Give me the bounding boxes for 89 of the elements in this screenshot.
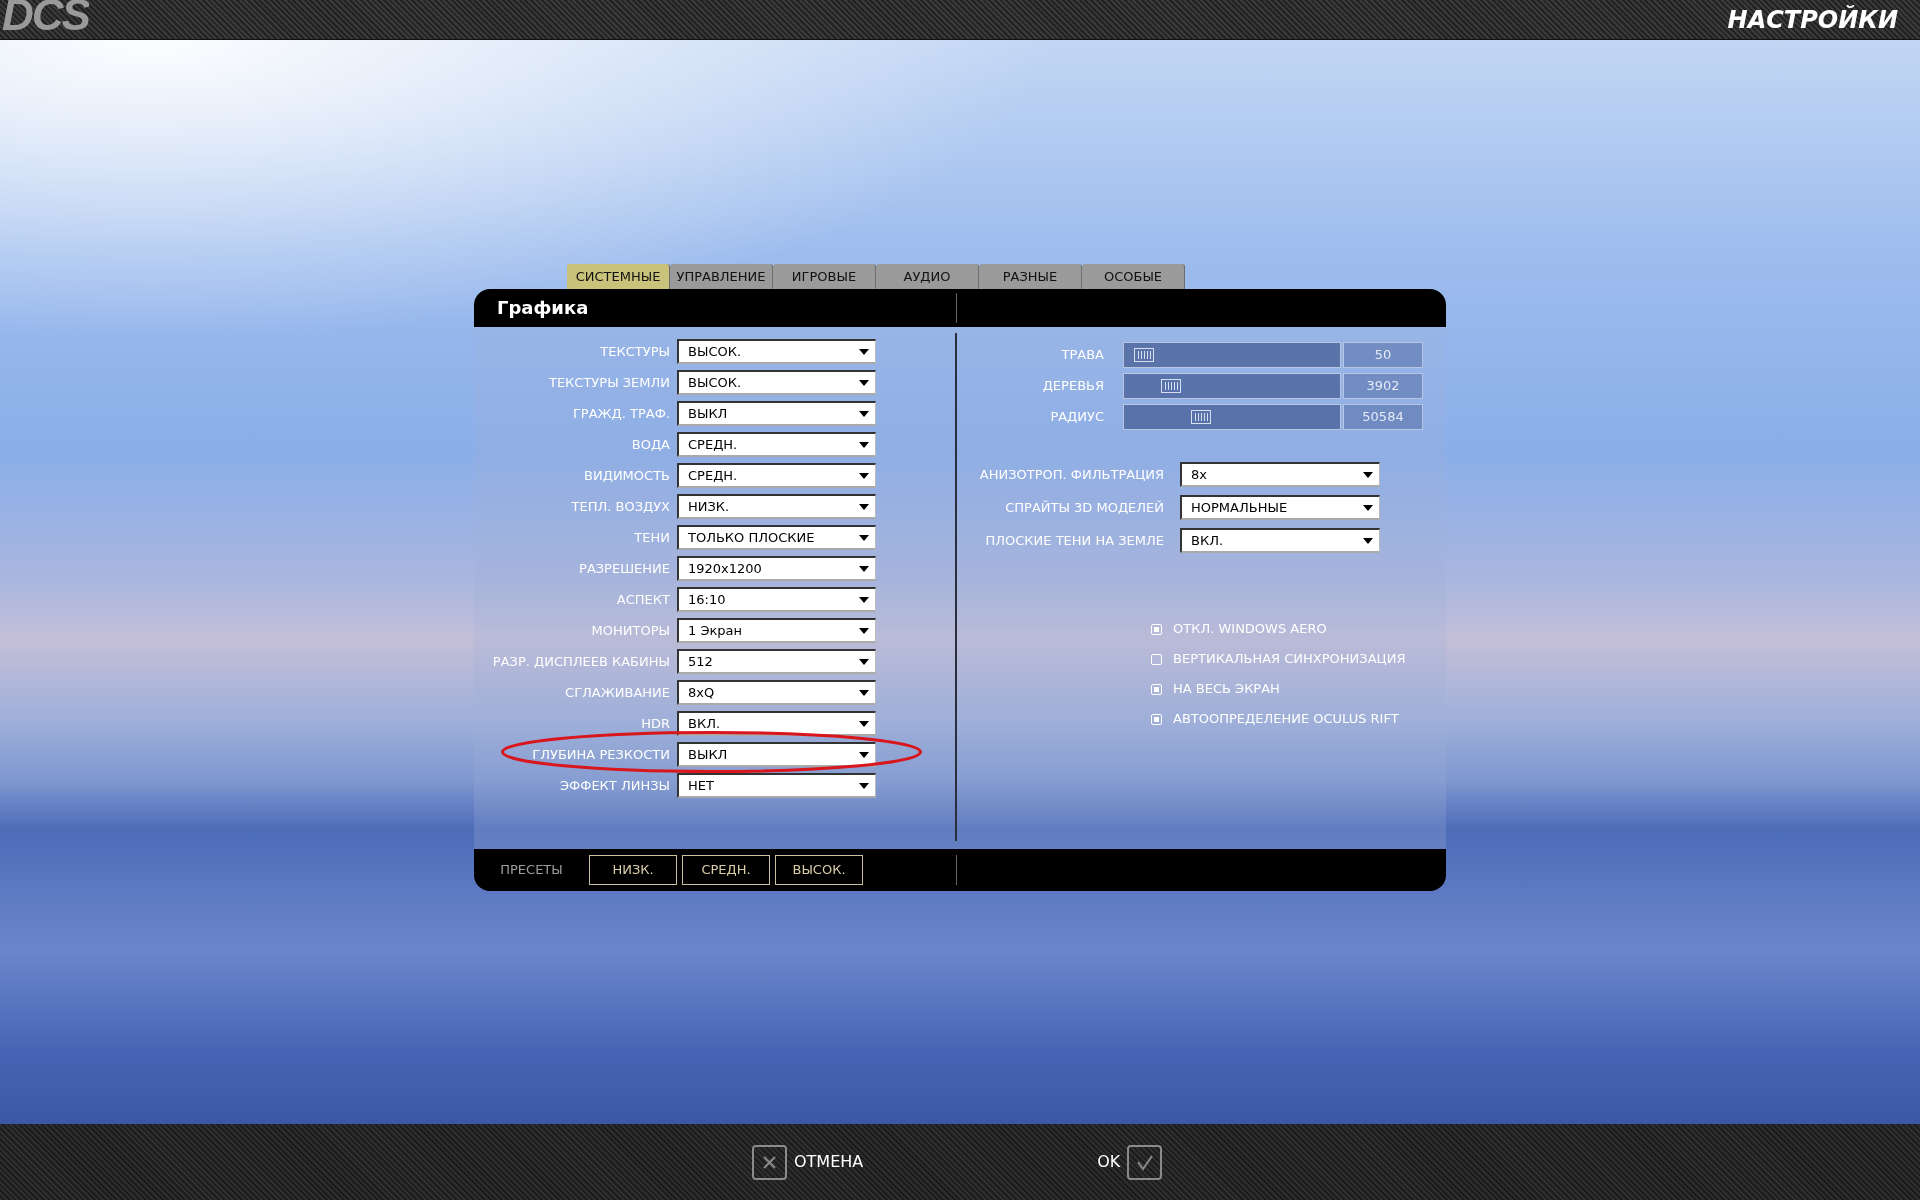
caret-icon bbox=[859, 782, 869, 789]
checkbox[interactable] bbox=[1151, 623, 1162, 635]
caret-icon bbox=[859, 441, 869, 448]
caret-icon bbox=[859, 472, 869, 479]
slider-label: ТРАВА bbox=[1060, 345, 1104, 364]
tab[interactable]: РАЗНЫЕ bbox=[979, 264, 1082, 289]
checkbox-label: ВЕРТИКАЛЬНАЯ СИНХРОНИЗАЦИЯ bbox=[1173, 650, 1406, 669]
preset-button[interactable]: НИЗК. bbox=[589, 855, 677, 885]
setting-label: СГЛАЖИВАНИЕ bbox=[564, 683, 670, 702]
dropdown[interactable]: СРЕДН. bbox=[677, 432, 876, 457]
setting-label: РАЗРЕШЕНИЕ bbox=[578, 559, 670, 578]
checkbox-label: АВТООПРЕДЕЛЕНИЕ OCULUS RIFT bbox=[1173, 710, 1399, 729]
dropdown[interactable]: НОРМАЛЬНЫЕ bbox=[1180, 495, 1380, 520]
caret-icon bbox=[859, 503, 869, 510]
caret-icon bbox=[859, 720, 869, 727]
tab[interactable]: ОСОБЫЕ bbox=[1082, 264, 1185, 289]
caret-icon bbox=[859, 627, 869, 634]
checkbox[interactable] bbox=[1151, 683, 1162, 695]
checkmark-icon bbox=[1127, 1144, 1163, 1180]
slider-value: 50 bbox=[1343, 341, 1423, 368]
setting-label: HDR bbox=[640, 714, 670, 733]
preset-button[interactable]: ВЫСОК. bbox=[775, 855, 863, 885]
dropdown[interactable]: ВКЛ. bbox=[1180, 528, 1380, 553]
setting-label: РАЗР. ДИСПЛЕЕВ КАБИНЫ bbox=[491, 652, 670, 671]
caret-icon bbox=[1363, 471, 1373, 478]
setting-label: ВИДИМОСТЬ bbox=[583, 466, 670, 485]
panel-title: Графика bbox=[474, 293, 957, 323]
dropdown[interactable]: ВЫСОК. bbox=[677, 370, 876, 395]
setting-label: АНИЗОТРОП. ФИЛЬТРАЦИЯ bbox=[978, 465, 1164, 484]
tab[interactable]: УПРАВЛЕНИЕ bbox=[670, 264, 773, 289]
dropdown[interactable]: ВЫСОК. bbox=[677, 339, 876, 364]
caret-icon bbox=[1363, 537, 1373, 544]
dropdown[interactable]: 8x bbox=[1180, 462, 1380, 487]
slider-thumb[interactable] bbox=[1161, 378, 1182, 393]
caret-icon bbox=[1363, 504, 1373, 511]
tab[interactable]: СИСТЕМНЫЕ bbox=[567, 264, 670, 289]
caret-icon bbox=[859, 410, 869, 417]
setting-label: ГРАЖД. ТРАФ. bbox=[571, 404, 670, 423]
ok-button[interactable]: OK bbox=[1097, 1144, 1163, 1180]
dropdown[interactable]: 512 bbox=[677, 649, 876, 674]
slider[interactable] bbox=[1123, 341, 1341, 368]
slider-thumb[interactable] bbox=[1133, 347, 1154, 362]
dropdown[interactable]: ВЫКЛ bbox=[677, 401, 876, 426]
setting-label: МОНИТОРЫ bbox=[590, 621, 670, 640]
caret-icon bbox=[859, 596, 869, 603]
dropdown[interactable]: ВЫКЛ bbox=[677, 742, 876, 767]
setting-label: ПЛОСКИЕ ТЕНИ НА ЗЕМЛЕ bbox=[984, 531, 1164, 550]
checkbox[interactable] bbox=[1151, 653, 1162, 665]
caret-icon bbox=[859, 348, 869, 355]
setting-label: ГЛУБИНА РЕЗКОСТИ bbox=[531, 745, 670, 764]
caret-icon bbox=[859, 751, 869, 758]
checkbox-label: ОТКЛ. WINDOWS AERO bbox=[1173, 620, 1327, 639]
setting-label: ЭФФЕКТ ЛИНЗЫ bbox=[558, 776, 670, 795]
dropdown[interactable]: 1920x1200 bbox=[677, 556, 876, 581]
caret-icon bbox=[859, 689, 869, 696]
dropdown[interactable]: 16:10 bbox=[677, 587, 876, 612]
caret-icon bbox=[859, 565, 869, 572]
setting-label: ТЕПЛ. ВОЗДУХ bbox=[570, 497, 670, 516]
dropdown[interactable]: НИЗК. bbox=[677, 494, 876, 519]
caret-icon bbox=[859, 534, 869, 541]
tab[interactable]: АУДИО bbox=[876, 264, 979, 289]
presets-label: ПРЕСЕТЫ bbox=[499, 861, 564, 880]
checkbox[interactable] bbox=[1151, 713, 1162, 725]
close-icon bbox=[752, 1144, 787, 1180]
setting-label: ТЕНИ bbox=[633, 528, 670, 547]
slider-label: РАДИУС bbox=[1049, 407, 1104, 426]
dropdown[interactable]: ТОЛЬКО ПЛОСКИЕ bbox=[677, 525, 876, 550]
slider-value: 50584 bbox=[1343, 403, 1423, 430]
slider-thumb[interactable] bbox=[1190, 409, 1211, 424]
slider-label: ДЕРЕВЬЯ bbox=[1041, 376, 1104, 395]
caret-icon bbox=[859, 379, 869, 386]
slider-value: 3902 bbox=[1343, 372, 1423, 399]
setting-label: СПРАЙТЫ 3D МОДЕЛЕЙ bbox=[1004, 498, 1164, 517]
dropdown[interactable]: НЕТ bbox=[677, 773, 876, 798]
setting-label: ТЕКСТУРЫ ЗЕМЛИ bbox=[547, 373, 670, 392]
setting-label: АСПЕКТ bbox=[615, 590, 670, 609]
caret-icon bbox=[859, 658, 869, 665]
slider[interactable] bbox=[1123, 403, 1341, 430]
preset-button[interactable]: СРЕДН. bbox=[682, 855, 770, 885]
screen-title: НАСТРОЙКИ bbox=[1727, 4, 1899, 36]
dropdown[interactable]: 1 Экран bbox=[677, 618, 876, 643]
cancel-button[interactable]: ОТМЕНА bbox=[752, 1144, 864, 1180]
dropdown[interactable]: 8xQ bbox=[677, 680, 876, 705]
setting-label: ВОДА bbox=[630, 435, 670, 454]
setting-label: ТЕКСТУРЫ bbox=[599, 342, 670, 361]
checkbox-label: НА ВЕСЬ ЭКРАН bbox=[1173, 680, 1280, 699]
tab[interactable]: ИГРОВЫЕ bbox=[773, 264, 876, 289]
dropdown[interactable]: СРЕДН. bbox=[677, 463, 876, 488]
slider[interactable] bbox=[1123, 372, 1341, 399]
